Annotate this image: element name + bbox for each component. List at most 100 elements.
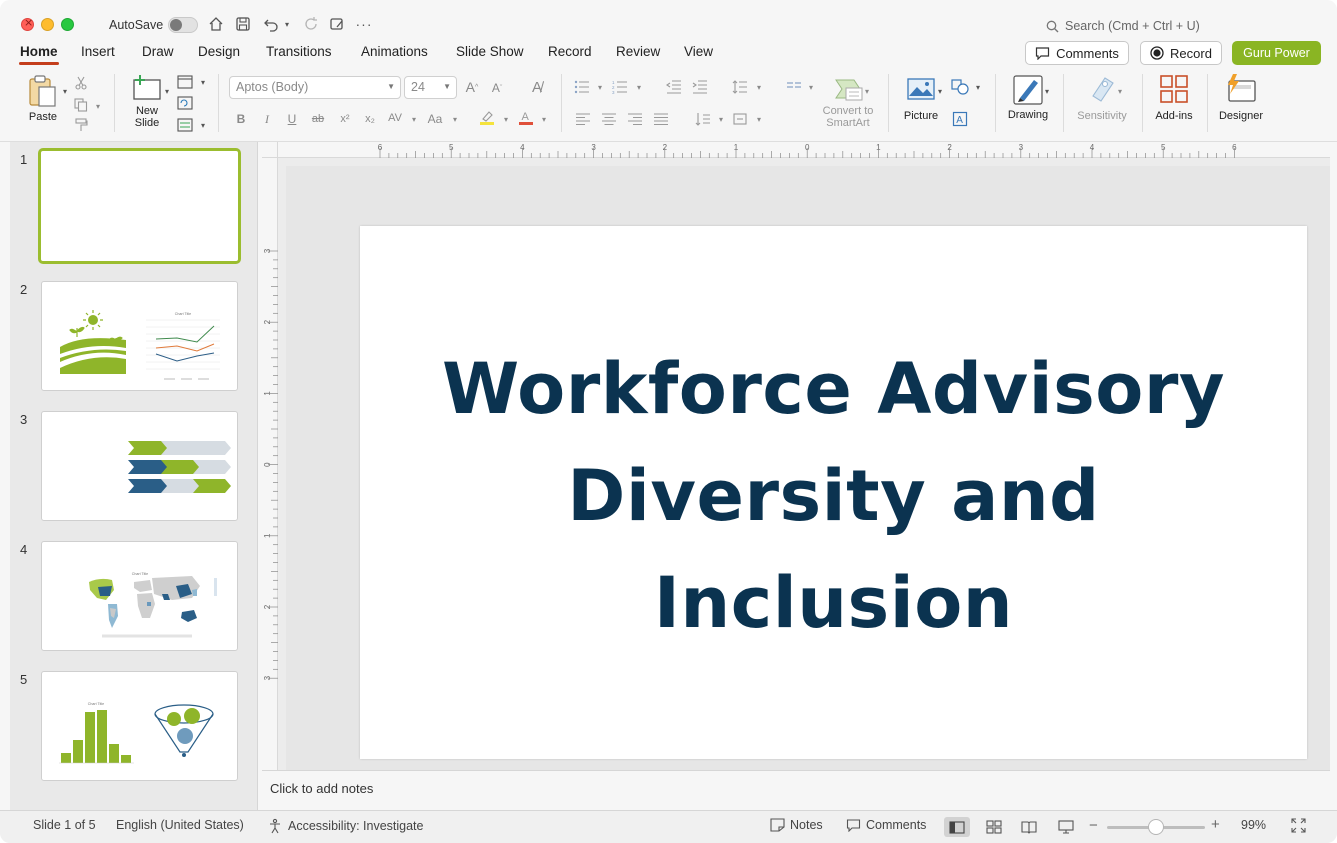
chevron-down-icon[interactable]: ▾	[750, 110, 768, 128]
chevron-down-icon[interactable]: ▾	[535, 110, 553, 128]
redo-icon[interactable]	[301, 14, 321, 34]
zoom-level[interactable]: 99%	[1241, 818, 1266, 832]
chevron-down-icon[interactable]: ▾	[630, 78, 648, 96]
italic-icon[interactable]: I	[258, 110, 276, 128]
section-dropdown-icon[interactable]: ▾	[194, 116, 212, 134]
minimize-window-button[interactable]	[41, 18, 54, 31]
cut-icon[interactable]	[72, 74, 90, 92]
chevron-down-icon[interactable]: ▾	[591, 78, 609, 96]
save-icon[interactable]	[233, 14, 253, 34]
new-slide-dropdown-icon[interactable]: ▾	[158, 82, 176, 100]
chevron-down-icon[interactable]: ▾	[405, 110, 423, 128]
comments-button[interactable]: Comments	[1025, 41, 1129, 65]
increase-indent-icon[interactable]	[691, 78, 709, 96]
tab-insert[interactable]: Insert	[81, 44, 115, 59]
zoom-slider-handle[interactable]	[1148, 819, 1164, 835]
reading-view-button[interactable]	[1016, 817, 1042, 837]
bullets-icon[interactable]	[573, 78, 591, 96]
align-right-icon[interactable]	[626, 110, 644, 128]
more-icon[interactable]: ···	[354, 14, 374, 34]
fit-to-window-button[interactable]	[1291, 818, 1306, 833]
decrease-indent-icon[interactable]	[665, 78, 683, 96]
text-box-icon[interactable]: A	[951, 110, 969, 128]
text-direction-icon[interactable]	[694, 110, 712, 128]
font-name-select[interactable]: Aptos (Body) ▼	[229, 76, 401, 99]
slide-thumbnail-1[interactable]	[38, 148, 241, 264]
chevron-down-icon[interactable]: ▾	[712, 110, 730, 128]
add-ins-button[interactable]: Add-ins	[1150, 74, 1198, 122]
search-box[interactable]: Search (Cmd + Ctrl + U)	[1046, 16, 1246, 36]
font-color-icon[interactable]: A	[517, 108, 535, 126]
strikethrough-icon[interactable]: ab	[309, 110, 327, 128]
close-window-button[interactable]	[21, 16, 34, 31]
tab-view[interactable]: View	[684, 44, 713, 59]
character-spacing-icon[interactable]: AV	[386, 109, 404, 127]
accessibility-indicator[interactable]: Accessibility: Investigate	[267, 818, 423, 834]
picture-dropdown-icon[interactable]: ▾	[931, 82, 949, 100]
slide-sorter-button[interactable]	[981, 817, 1007, 837]
increase-font-icon[interactable]: A ^	[463, 78, 481, 96]
undo-icon[interactable]	[261, 14, 281, 34]
chevron-down-icon[interactable]: ▾	[750, 78, 768, 96]
copy-icon[interactable]	[72, 96, 90, 114]
zoom-in-button[interactable]: +	[1211, 816, 1220, 833]
autosave-toggle[interactable]	[168, 17, 198, 33]
record-button[interactable]: Record	[1140, 41, 1222, 65]
notes-pane[interactable]: Click to add notes	[262, 770, 1330, 810]
bold-icon[interactable]: B	[232, 110, 250, 128]
layout-icon[interactable]	[176, 73, 194, 91]
slide-title[interactable]: Workforce Advisory Diversity and Inclusi…	[360, 336, 1307, 657]
chevron-down-icon[interactable]: ▾	[497, 110, 515, 128]
tab-design[interactable]: Design	[198, 44, 240, 59]
layout-dropdown-icon[interactable]: ▾	[194, 73, 212, 91]
format-painter-icon[interactable]	[72, 116, 90, 134]
comments-toggle-button[interactable]: Comments	[846, 818, 926, 832]
home-icon[interactable]	[206, 14, 226, 34]
font-size-select[interactable]: 24 ▼	[404, 76, 457, 99]
align-text-icon[interactable]	[731, 110, 749, 128]
numbering-icon[interactable]: 123	[611, 78, 629, 96]
line-spacing-icon[interactable]	[731, 78, 749, 96]
guru-power-button[interactable]: Guru Power	[1232, 41, 1321, 65]
zoom-out-button[interactable]: −	[1089, 817, 1098, 834]
underline-icon[interactable]: U	[283, 110, 301, 128]
subscript-icon[interactable]: x₂	[361, 110, 379, 128]
align-left-icon[interactable]	[574, 110, 592, 128]
justify-icon[interactable]	[652, 110, 670, 128]
slide-thumbnail-3[interactable]	[41, 411, 238, 521]
copy-dropdown-icon[interactable]: ▾	[89, 97, 107, 115]
chevron-down-icon[interactable]: ▾	[858, 82, 876, 100]
undo-dropdown-icon[interactable]: ▾	[280, 14, 294, 34]
section-icon[interactable]	[176, 116, 194, 134]
shapes-dropdown-icon[interactable]: ▾	[969, 78, 987, 96]
chevron-down-icon[interactable]: ▾	[1111, 82, 1129, 100]
change-case-icon[interactable]: Aa	[426, 110, 444, 128]
tab-home[interactable]: Home	[19, 44, 59, 65]
tab-transitions[interactable]: Transitions	[266, 44, 332, 59]
presenter-view-button[interactable]	[1053, 817, 1079, 837]
tab-animations[interactable]: Animations	[361, 44, 428, 59]
clear-formatting-icon[interactable]: A̸	[528, 78, 546, 96]
shapes-icon[interactable]	[951, 78, 969, 96]
customize-icon[interactable]	[327, 14, 347, 34]
drawing-dropdown-icon[interactable]: ▾	[1038, 82, 1056, 100]
main-slide[interactable]: Workforce Advisory Diversity and Inclusi…	[360, 226, 1307, 759]
tab-draw[interactable]: Draw	[142, 44, 174, 59]
zoom-window-button[interactable]	[61, 18, 74, 31]
designer-button[interactable]: Designer	[1215, 74, 1267, 122]
tab-review[interactable]: Review	[616, 44, 660, 59]
superscript-icon[interactable]: x²	[336, 110, 354, 128]
highlight-icon[interactable]	[478, 108, 496, 126]
columns-icon[interactable]	[785, 78, 803, 96]
chevron-down-icon[interactable]: ▾	[446, 110, 464, 128]
decrease-font-icon[interactable]: Aˇ	[488, 79, 506, 97]
slide-thumbnail-5[interactable]: Chart Title	[41, 671, 238, 781]
slide-thumbnail-2[interactable]: Chart Title	[41, 281, 238, 391]
normal-view-button[interactable]	[944, 817, 970, 837]
slide-thumbnail-4[interactable]: Chart Title	[41, 541, 238, 651]
tab-slide-show[interactable]: Slide Show	[456, 44, 524, 59]
notes-toggle-button[interactable]: Notes	[770, 818, 823, 832]
tab-record[interactable]: Record	[548, 44, 592, 59]
align-center-icon[interactable]	[600, 110, 618, 128]
reset-icon[interactable]	[176, 94, 194, 112]
